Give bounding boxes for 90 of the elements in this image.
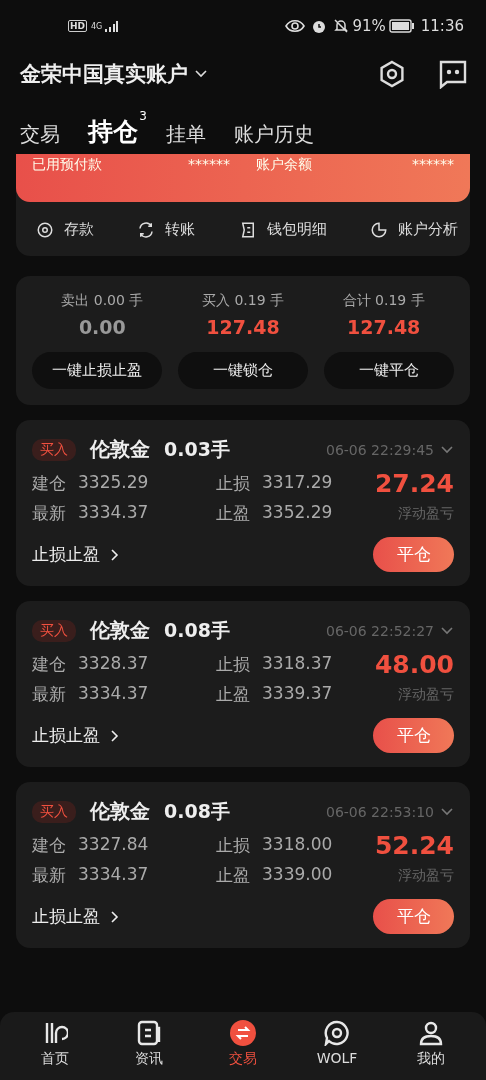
tab[interactable]: 账户历史: [234, 121, 314, 148]
account-action[interactable]: 账户分析: [370, 220, 458, 239]
signal-icon: [104, 20, 119, 32]
profit-value: 127.48: [347, 316, 421, 338]
profit-value: 0.00: [78, 316, 126, 338]
field-value: 3339.00: [262, 864, 333, 886]
account-action[interactable]: 存款: [36, 220, 94, 239]
field-label: 止盈: [216, 683, 250, 706]
message-icon[interactable]: [438, 59, 468, 89]
profit-label: 浮动盈亏: [398, 866, 454, 885]
swap-icon: [230, 1020, 256, 1046]
field-label: 止盈: [216, 502, 250, 525]
field-value: 3334.37: [78, 864, 149, 886]
pie-chart-icon: [370, 220, 388, 239]
profit-value: 127.48: [206, 316, 280, 338]
bulk-action-button[interactable]: 一键平仓: [324, 352, 454, 389]
balance-value: ******: [188, 156, 230, 174]
account-title[interactable]: 金荣中国真实账户: [20, 60, 188, 88]
field-value: 3352.29: [262, 502, 333, 524]
tab[interactable]: 挂单: [166, 121, 206, 148]
side-tag: 买入: [32, 619, 76, 642]
settings-icon[interactable]: [378, 60, 406, 88]
stop-settings-link[interactable]: 止损止盈: [32, 543, 122, 566]
field-value: 3334.37: [78, 502, 149, 524]
nav-item[interactable]: 我的: [384, 1020, 478, 1080]
clock-time: 11:36: [420, 17, 464, 35]
field-value: 3328.37: [78, 653, 149, 675]
network-indicator: 4G: [91, 21, 103, 31]
nav-item[interactable]: 交易: [196, 1020, 290, 1080]
balance-value: ******: [412, 156, 454, 174]
lots-label: 卖出 0.00 手: [61, 292, 144, 310]
battery-icon: [388, 19, 415, 33]
side-tag: 买入: [32, 438, 76, 461]
field-label: 建仓: [32, 653, 66, 676]
stop-settings-link[interactable]: 止损止盈: [32, 724, 122, 747]
floating-profit: 52.24: [374, 831, 454, 860]
floating-profit: 27.24: [374, 469, 454, 498]
chat-bubble-icon: [324, 1020, 350, 1046]
bulk-action-button[interactable]: 一键止损止盈: [32, 352, 162, 389]
hd-indicator: HD: [68, 20, 87, 32]
alarm-icon: [311, 18, 328, 34]
eye-icon: [285, 19, 306, 33]
lots-label: 买入 0.19 手: [201, 292, 285, 310]
field-label: 止损: [216, 653, 250, 676]
field-label: 止损: [216, 834, 250, 857]
field-value: 3318.00: [262, 834, 333, 856]
symbol-name: 伦敦金: [90, 798, 150, 825]
muted-bell-icon: [333, 18, 350, 34]
open-time: 06-06 22:29:45: [326, 441, 434, 458]
floating-profit: 48.00: [374, 650, 454, 679]
open-time: 06-06 22:52:27: [326, 622, 434, 639]
stop-settings-link[interactable]: 止损止盈: [32, 905, 122, 928]
lot-size: 0.03手: [164, 436, 230, 462]
profit-label: 浮动盈亏: [398, 685, 454, 704]
lot-size: 0.08手: [164, 798, 230, 824]
account-action[interactable]: 转账: [137, 220, 196, 239]
field-label: 建仓: [32, 472, 66, 495]
balance-label: 账户余额: [256, 156, 312, 174]
field-label: 建仓: [32, 834, 66, 857]
balance-label: 已用预付款: [32, 156, 102, 174]
account-action[interactable]: 钱包明细: [238, 220, 327, 239]
profit-label: 浮动盈亏: [398, 504, 454, 523]
nav-item[interactable]: 首页: [8, 1020, 102, 1080]
field-value: 3327.84: [78, 834, 149, 856]
field-label: 最新: [32, 864, 66, 887]
field-label: 止盈: [216, 864, 250, 887]
field-value: 3318.37: [262, 653, 333, 675]
tab-count: 3: [139, 109, 147, 123]
lot-size: 0.08手: [164, 617, 230, 643]
field-label: 止损: [216, 472, 250, 495]
nav-item[interactable]: WOLF: [290, 1020, 384, 1080]
field-value: 3325.29: [78, 472, 149, 494]
symbol-name: 伦敦金: [90, 617, 150, 644]
open-time: 06-06 22:53:10: [326, 803, 434, 820]
field-label: 最新: [32, 502, 66, 525]
symbol-name: 伦敦金: [90, 436, 150, 463]
transfer-icon: [137, 220, 156, 239]
lots-label: 合计 0.19 手: [342, 292, 425, 310]
document-icon: [136, 1020, 162, 1046]
side-tag: 买入: [32, 800, 76, 823]
field-value: 3339.37: [262, 683, 333, 705]
battery-percent: 91%: [352, 17, 386, 35]
field-value: 3334.37: [78, 683, 149, 705]
bulk-action-button[interactable]: 一键锁仓: [178, 352, 308, 389]
field-value: 3317.29: [262, 472, 333, 494]
nav-item[interactable]: 资讯: [102, 1020, 196, 1080]
tab[interactable]: 交易: [20, 121, 60, 148]
field-label: 最新: [32, 683, 66, 706]
target-icon: [36, 220, 54, 239]
person-icon: [418, 1020, 444, 1046]
